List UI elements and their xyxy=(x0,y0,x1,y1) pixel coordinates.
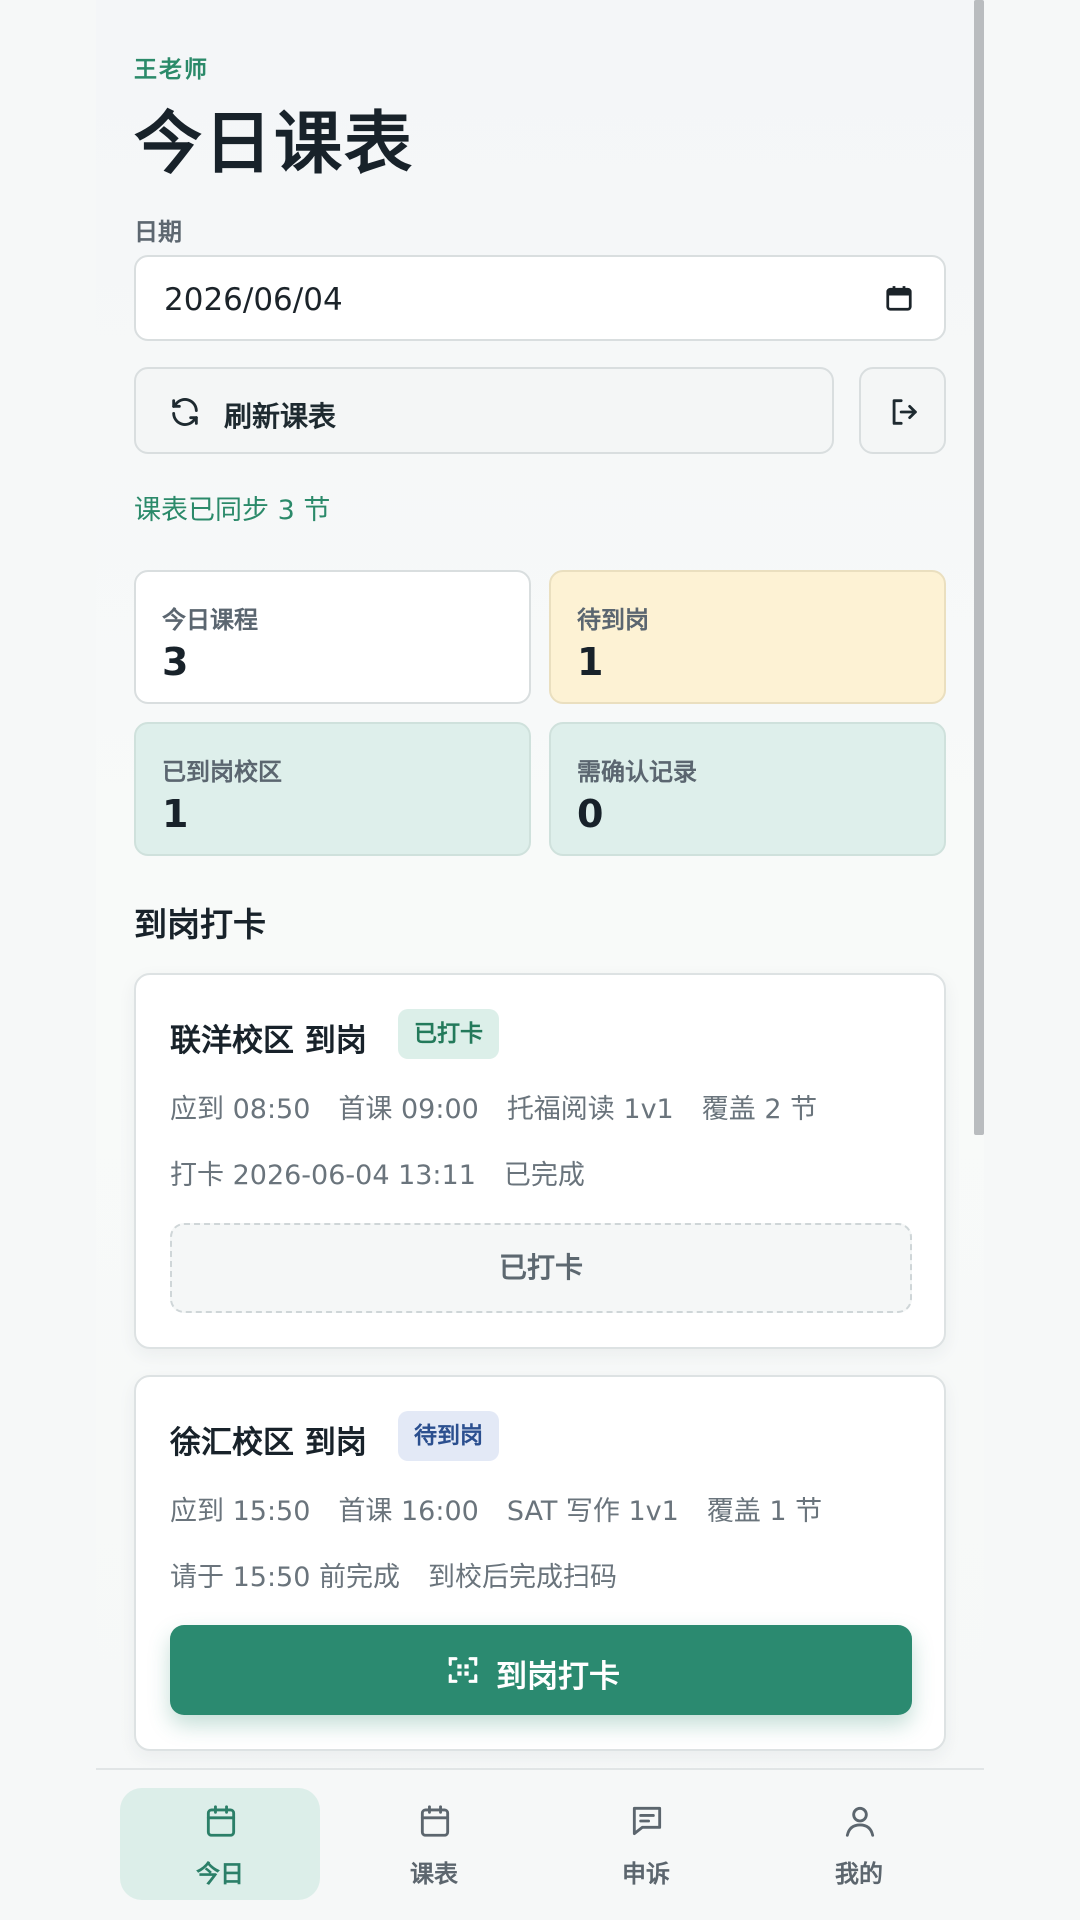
checkin-button[interactable]: 到岗打卡 xyxy=(170,1625,912,1715)
checkin-instructions: 请于 15:50 前完成 到校后完成扫码 xyxy=(170,1555,645,1594)
scan-icon xyxy=(448,1657,478,1683)
bottom-nav: 今日 课表 申诉 我的 xyxy=(96,1768,984,1920)
refresh-label: 刷新课表 xyxy=(224,400,337,433)
status-badge: 待到岗 xyxy=(398,1411,499,1461)
info-checkin-time: 打卡 2026-06-04 13:11 xyxy=(170,1160,476,1191)
status-badge: 已打卡 xyxy=(398,1009,499,1059)
stat-records-to-confirm: 需确认记录 0 xyxy=(549,722,946,856)
nav-label: 课表 xyxy=(410,1860,458,1888)
user-icon xyxy=(845,1806,875,1837)
stat-value: 1 xyxy=(577,640,604,684)
calendar-icon[interactable] xyxy=(884,283,914,313)
stat-label: 待到岗 xyxy=(577,606,649,634)
course-info: 应到 15:50 首课 16:00 SAT 写作 1v1 覆盖 1 节 xyxy=(170,1489,850,1528)
stat-pending-arrival: 待到岗 1 xyxy=(549,570,946,704)
info-instruction: 到校后完成扫码 xyxy=(427,1562,617,1593)
app-screen: 王老师 今日课表 日期 2026/06/04 刷新课表 课表已同步 3 节 今日… xyxy=(96,0,984,1920)
nav-tab-schedule[interactable]: 课表 xyxy=(334,1788,534,1900)
checkin-card: 徐汇校区 到岗 待到岗 应到 15:50 首课 16:00 SAT 写作 1v1 覆盖… xyxy=(134,1375,946,1751)
calendar-icon xyxy=(420,1805,450,1837)
info-course: 托福阅读 1v1 xyxy=(506,1094,674,1125)
campus-name: 联洋校区 到岗 xyxy=(170,1023,367,1059)
date-input[interactable]: 2026/06/04 xyxy=(134,255,946,341)
stat-value: 0 xyxy=(577,792,604,836)
stat-today-courses: 今日课程 3 xyxy=(134,570,531,704)
stat-label: 已到岗校区 xyxy=(162,758,282,786)
date-label: 日期 xyxy=(134,218,182,246)
course-info: 应到 08:50 首课 09:00 托福阅读 1v1 覆盖 2 节 xyxy=(170,1087,845,1126)
logout-button[interactable] xyxy=(859,367,946,454)
info-status: 已完成 xyxy=(503,1160,585,1191)
section-title: 到岗打卡 xyxy=(134,905,266,944)
nav-label: 申诉 xyxy=(622,1860,670,1888)
page-title: 今日课表 xyxy=(134,105,415,184)
checkin-card: 联洋校区 到岗 已打卡 应到 08:50 首课 09:00 托福阅读 1v1 覆盖 2… xyxy=(134,973,946,1349)
info-arrival-time: 应到 15:50 xyxy=(170,1496,311,1527)
stat-label: 需确认记录 xyxy=(577,758,697,786)
sync-status: 课表已同步 3 节 xyxy=(134,495,331,526)
calendar-icon xyxy=(206,1805,236,1837)
date-value: 2026/06/04 xyxy=(164,282,343,318)
scrollbar[interactable] xyxy=(974,0,984,1135)
teacher-name: 王老师 xyxy=(134,57,209,83)
campus-name: 徐汇校区 到岗 xyxy=(170,1425,367,1461)
logout-icon xyxy=(892,399,917,425)
nav-tab-me[interactable]: 我的 xyxy=(759,1788,959,1900)
info-deadline: 请于 15:50 前完成 xyxy=(170,1562,400,1593)
refresh-schedule-button[interactable]: 刷新课表 xyxy=(134,367,834,454)
checkin-info: 打卡 2026-06-04 13:11 已完成 xyxy=(170,1153,613,1192)
nav-label: 今日 xyxy=(196,1860,244,1888)
nav-tab-today[interactable]: 今日 xyxy=(120,1788,320,1900)
checkin-label: 到岗打卡 xyxy=(496,1659,620,1695)
stat-value: 1 xyxy=(162,792,189,836)
info-coverage: 覆盖 1 节 xyxy=(706,1496,823,1527)
info-first-class: 首课 16:00 xyxy=(338,1496,479,1527)
stat-value: 3 xyxy=(162,640,189,684)
nav-tab-appeal[interactable]: 申诉 xyxy=(546,1788,746,1900)
info-course: SAT 写作 1v1 xyxy=(506,1496,679,1527)
stat-arrived-campus: 已到岗校区 1 xyxy=(134,722,531,856)
info-arrival-time: 应到 08:50 xyxy=(170,1094,311,1125)
nav-label: 我的 xyxy=(835,1860,883,1888)
stat-label: 今日课程 xyxy=(162,606,258,634)
info-coverage: 覆盖 2 节 xyxy=(701,1094,818,1125)
checked-in-button: 已打卡 xyxy=(170,1223,912,1313)
message-icon xyxy=(632,1806,662,1836)
refresh-icon xyxy=(172,398,198,426)
info-first-class: 首课 09:00 xyxy=(338,1094,479,1125)
